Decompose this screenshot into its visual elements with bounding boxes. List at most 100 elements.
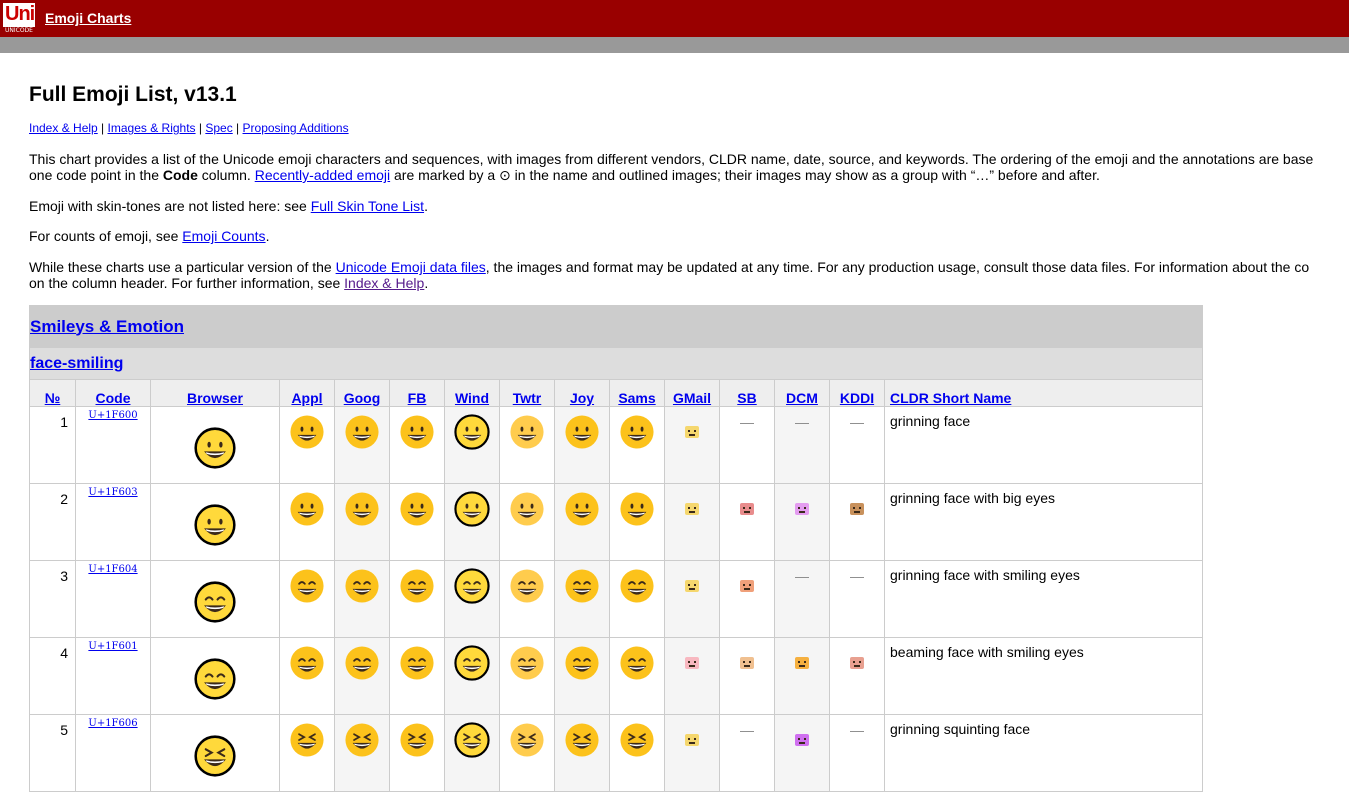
code-point-link[interactable]: U+1F604 xyxy=(88,564,137,575)
twitter-emoji-cell xyxy=(499,406,555,484)
google-emoji-cell xyxy=(334,714,390,792)
col-joypixels[interactable]: Joy xyxy=(570,390,594,406)
facebook-emoji-image xyxy=(399,646,435,684)
gmail-emoji-cell xyxy=(664,483,720,561)
facebook-emoji-image xyxy=(399,415,435,453)
browser-emoji-image xyxy=(194,735,236,780)
cldr-short-name: grinning face xyxy=(883,406,1204,484)
data-files-text-3: on the column header. For further inform… xyxy=(29,275,345,291)
col-gmail[interactable]: GMail xyxy=(673,390,711,406)
category-header-row: Smileys & Emotion xyxy=(28,305,1204,348)
recently-added-link[interactable]: Recently-added emoji xyxy=(255,167,390,183)
data-files-text: While these charts use a particular vers… xyxy=(29,259,336,275)
col-google[interactable]: Goog xyxy=(344,390,381,406)
samsung-emoji-image xyxy=(619,415,655,453)
apple-emoji-cell xyxy=(279,483,335,561)
nav-proposing-additions[interactable]: Proposing Additions xyxy=(243,121,349,135)
cldr-short-name: grinning face with smiling eyes xyxy=(883,560,1204,638)
docomo-emoji-cell xyxy=(774,637,830,715)
col-browser[interactable]: Browser xyxy=(187,390,243,406)
table-row: 4 U+1F601 beaming face with smiling eyes xyxy=(29,637,1204,715)
code-term: Code xyxy=(162,167,198,183)
col-twitter[interactable]: Twtr xyxy=(513,390,542,406)
col-kddi[interactable]: KDDI xyxy=(840,390,874,406)
apple-emoji-image xyxy=(289,415,325,453)
browser-emoji xyxy=(150,637,280,715)
emoji-data-files-link[interactable]: Unicode Emoji data files xyxy=(336,259,486,275)
kddi-emoji-cell: — xyxy=(829,560,885,638)
nav-index-help[interactable]: Index & Help xyxy=(29,121,98,135)
browser-emoji-image xyxy=(194,581,236,626)
emoji-charts-link[interactable]: Emoji Charts xyxy=(45,10,131,26)
apple-emoji-cell xyxy=(279,560,335,638)
full-skin-tone-link[interactable]: Full Skin Tone List xyxy=(311,198,424,214)
windows-emoji-image xyxy=(454,414,490,453)
softbank-emoji-cell xyxy=(719,637,775,715)
counts-end: . xyxy=(265,228,270,244)
twitter-emoji-cell xyxy=(499,637,555,715)
apple-emoji-image xyxy=(289,723,325,761)
code-point-link[interactable]: U+1F603 xyxy=(88,487,137,498)
google-emoji-cell xyxy=(334,560,390,638)
row-number: 5 xyxy=(29,714,76,792)
google-emoji-image xyxy=(344,492,380,530)
google-emoji-cell xyxy=(334,637,390,715)
category-smileys-emotion[interactable]: Smileys & Emotion xyxy=(30,317,184,336)
google-emoji-cell xyxy=(334,483,390,561)
apple-emoji-image xyxy=(289,646,325,684)
col-code[interactable]: Code xyxy=(96,390,131,406)
col-docomo[interactable]: DCM xyxy=(786,390,818,406)
code-point-link[interactable]: U+1F601 xyxy=(88,641,137,652)
docomo-emoji-cell: — xyxy=(774,560,830,638)
joypixels-emoji-image xyxy=(564,646,600,684)
browser-emoji xyxy=(150,560,280,638)
joypixels-emoji-image xyxy=(564,492,600,530)
table-row: 5 U+1F606 — — grinning squinting face xyxy=(29,714,1204,792)
col-apple[interactable]: Appl xyxy=(291,390,322,406)
windows-emoji-image xyxy=(454,568,490,607)
gmail-emoji-image xyxy=(684,645,700,674)
data-files-paragraph: While these charts use a particular vers… xyxy=(29,259,1309,291)
windows-emoji-cell xyxy=(444,637,500,715)
subcategory-face-smiling[interactable]: face-smiling xyxy=(30,355,123,372)
joypixels-emoji-cell xyxy=(554,714,610,792)
browser-emoji-image xyxy=(194,658,236,703)
col-cldr-short-name[interactable]: CLDR Short Name xyxy=(890,390,1011,406)
code-point-link[interactable]: U+1F600 xyxy=(88,410,137,421)
kddi-emoji-cell: — xyxy=(829,714,885,792)
emoji-counts-link[interactable]: Emoji Counts xyxy=(182,228,265,244)
data-files-end: . xyxy=(424,275,429,291)
col-facebook[interactable]: FB xyxy=(408,390,427,406)
index-help-link[interactable]: Index & Help xyxy=(344,275,424,291)
nav-images-rights[interactable]: Images & Rights xyxy=(108,121,196,135)
missing-image-dash: — xyxy=(850,414,864,430)
missing-image-dash: — xyxy=(850,568,864,584)
col-number[interactable]: № xyxy=(45,390,61,406)
samsung-emoji-cell xyxy=(609,637,665,715)
apple-emoji-cell xyxy=(279,714,335,792)
joypixels-emoji-image xyxy=(564,569,600,607)
skin-tone-text: Emoji with skin-tones are not listed her… xyxy=(29,198,311,214)
twitter-emoji-image xyxy=(509,492,545,530)
samsung-emoji-cell xyxy=(609,483,665,561)
joypixels-emoji-cell xyxy=(554,560,610,638)
docomo-emoji-image xyxy=(794,491,810,520)
gmail-emoji-cell xyxy=(664,714,720,792)
browser-emoji xyxy=(150,714,280,792)
col-windows[interactable]: Wind xyxy=(455,390,489,406)
col-softbank[interactable]: SB xyxy=(737,390,756,406)
joypixels-emoji-image xyxy=(564,415,600,453)
cldr-short-name: beaming face with smiling eyes xyxy=(883,637,1204,715)
row-number: 1 xyxy=(29,406,76,484)
unicode-logo[interactable]: Uni UNICODE xyxy=(2,2,36,36)
skin-tone-paragraph: Emoji with skin-tones are not listed her… xyxy=(29,198,428,214)
nav-spec[interactable]: Spec xyxy=(205,121,232,135)
gmail-emoji-image xyxy=(684,722,700,751)
kddi-emoji-cell xyxy=(829,483,885,561)
counts-text: For counts of emoji, see xyxy=(29,228,183,244)
col-samsung[interactable]: Sams xyxy=(618,390,655,406)
google-emoji-cell xyxy=(334,406,390,484)
windows-emoji-image xyxy=(454,722,490,761)
code-point-link[interactable]: U+1F606 xyxy=(88,718,137,729)
table-row: 3 U+1F604 — — grinning face with smiling eye… xyxy=(29,560,1204,638)
